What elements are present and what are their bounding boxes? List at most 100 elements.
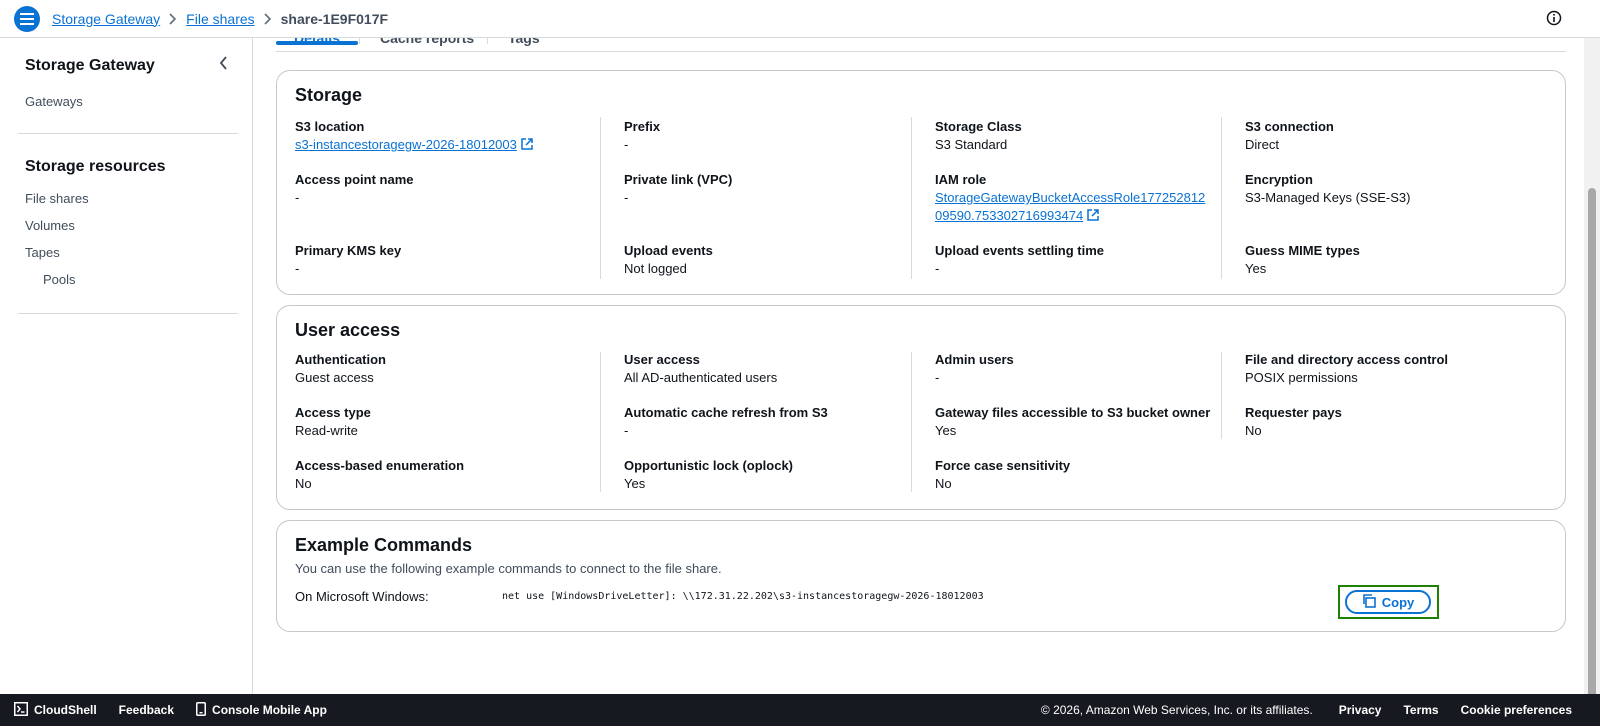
field-value: - bbox=[624, 423, 629, 438]
user-access-panel: User access Authentication Guest access … bbox=[276, 305, 1566, 510]
console-mobile-app-button[interactable]: Console Mobile App bbox=[196, 701, 327, 719]
field-value: POSIX permissions bbox=[1245, 370, 1358, 385]
field-private-link: Private link (VPC) - bbox=[624, 171, 924, 207]
sidebar-item-gateways[interactable]: Gateways bbox=[25, 94, 83, 109]
field-iam-role: IAM role StorageGatewayBucketAccessRole1… bbox=[935, 171, 1235, 226]
field-value: S3 Standard bbox=[935, 137, 1008, 152]
page-scrollbar[interactable] bbox=[1584, 38, 1600, 708]
sidebar-item-tapes[interactable]: Tapes bbox=[25, 245, 60, 260]
breadcrumb-current-share: share-1E9F017F bbox=[280, 10, 389, 27]
main-content: Details Cache reports Tags Storage S3 lo… bbox=[254, 38, 1584, 694]
iam-role-link[interactable]: StorageGatewayBucketAccessRole177252812 … bbox=[935, 189, 1235, 226]
s3-location-value[interactable]: s3-instancestoragegw-2026-18012003 bbox=[295, 137, 517, 152]
field-file-directory-access-control: File and directory access control POSIX … bbox=[1245, 351, 1545, 387]
field-automatic-cache-refresh: Automatic cache refresh from S3 - bbox=[624, 404, 924, 440]
console-footer: CloudShell Feedback Console Mobile App ©… bbox=[0, 694, 1600, 726]
tab-divider bbox=[359, 38, 360, 44]
field-label: Storage Class bbox=[935, 119, 1022, 134]
tab-tags[interactable]: Tags bbox=[508, 38, 540, 46]
breadcrumb-file-shares[interactable]: File shares bbox=[186, 11, 254, 27]
feedback-button[interactable]: Feedback bbox=[119, 703, 174, 717]
field-label: Access type bbox=[295, 405, 371, 420]
tab-divider bbox=[487, 38, 488, 44]
field-value: Read-write bbox=[295, 423, 358, 438]
field-upload-events: Upload events Not logged bbox=[624, 242, 924, 278]
field-requester-pays: Requester pays No bbox=[1245, 404, 1545, 440]
terms-link[interactable]: Terms bbox=[1403, 703, 1438, 717]
sidebar-item-file-shares[interactable]: File shares bbox=[25, 191, 89, 206]
storage-panel: Storage S3 location s3-instancestoragegw… bbox=[276, 70, 1566, 295]
field-value: - bbox=[295, 261, 300, 276]
chevron-left-icon[interactable] bbox=[219, 56, 229, 73]
column-divider bbox=[600, 117, 601, 279]
field-value: - bbox=[624, 137, 629, 152]
field-storage-class: Storage Class S3 Standard bbox=[935, 118, 1235, 154]
column-divider bbox=[600, 352, 601, 492]
sidebar-item-volumes[interactable]: Volumes bbox=[25, 218, 75, 233]
iam-role-value-line1[interactable]: StorageGatewayBucketAccessRole177252812 bbox=[935, 189, 1235, 207]
copy-button-highlight: Copy bbox=[1338, 585, 1439, 619]
field-label: Admin users bbox=[935, 352, 1014, 367]
field-guess-mime-types: Guess MIME types Yes bbox=[1245, 242, 1545, 278]
field-label: Access-based enumeration bbox=[295, 458, 465, 473]
field-label: Primary KMS key bbox=[295, 243, 402, 258]
feedback-label: Feedback bbox=[118, 703, 175, 717]
sidebar-item-pools[interactable]: Pools bbox=[43, 272, 76, 287]
field-value: Direct bbox=[1245, 137, 1279, 152]
copy-button[interactable]: Copy bbox=[1345, 590, 1431, 614]
cloudshell-label: CloudShell bbox=[34, 703, 97, 717]
user-access-panel-title: User access bbox=[295, 320, 401, 340]
sidebar-section-storage-resources: Storage resources bbox=[25, 158, 166, 175]
field-value: - bbox=[935, 261, 940, 276]
external-link-icon bbox=[521, 137, 533, 155]
field-opportunistic-lock: Opportunistic lock (oplock) Yes bbox=[624, 457, 924, 493]
field-label: Requester pays bbox=[1245, 405, 1342, 420]
field-upload-events-settling-time: Upload events settling time - bbox=[935, 242, 1235, 278]
copyright-text: © 2026, Amazon Web Services, Inc. or its… bbox=[1040, 703, 1313, 717]
sidebar-title: Storage Gateway bbox=[25, 57, 155, 74]
field-label: S3 location bbox=[295, 119, 365, 134]
terminal-icon bbox=[14, 701, 28, 719]
field-label: Gateway files accessible to S3 bucket ow… bbox=[935, 405, 1211, 420]
field-gateway-files-accessible: Gateway files accessible to S3 bucket ow… bbox=[935, 404, 1235, 440]
field-value: All AD-authenticated users bbox=[624, 370, 778, 385]
console-mobile-app-label: Console Mobile App bbox=[212, 703, 327, 717]
top-navigation-bar: Storage Gateway File shares share-1E9F01… bbox=[0, 0, 1600, 38]
field-label: Private link (VPC) bbox=[624, 172, 733, 187]
chevron-right-icon bbox=[169, 12, 177, 25]
info-icon[interactable] bbox=[1546, 10, 1562, 29]
sidebar-divider bbox=[18, 133, 238, 134]
external-link-icon bbox=[1087, 208, 1099, 226]
field-label: Automatic cache refresh from S3 bbox=[624, 405, 828, 420]
windows-command-label: On Microsoft Windows: bbox=[295, 589, 429, 604]
tab-active-indicator bbox=[276, 41, 358, 45]
privacy-link[interactable]: Privacy bbox=[1339, 703, 1382, 717]
cookie-preferences-link[interactable]: Cookie preferences bbox=[1461, 703, 1572, 717]
scrollbar-thumb[interactable] bbox=[1588, 188, 1596, 708]
field-access-point-name: Access point name - bbox=[295, 171, 595, 207]
s3-location-link[interactable]: s3-instancestoragegw-2026-18012003 bbox=[295, 136, 595, 155]
copy-button-label: Copy bbox=[1381, 594, 1415, 610]
tab-cache-reports[interactable]: Cache reports bbox=[380, 38, 474, 46]
field-label: Access point name bbox=[295, 172, 414, 187]
breadcrumb-storage-gateway[interactable]: Storage Gateway bbox=[52, 11, 160, 27]
storage-panel-title: Storage bbox=[295, 85, 363, 105]
field-label: Guess MIME types bbox=[1245, 243, 1360, 258]
cloudshell-button[interactable]: CloudShell bbox=[14, 701, 97, 719]
menu-icon[interactable] bbox=[14, 5, 40, 32]
field-admin-users: Admin users - bbox=[935, 351, 1235, 387]
field-label: Encryption bbox=[1245, 172, 1313, 187]
field-encryption: Encryption S3-Managed Keys (SSE-S3) bbox=[1245, 171, 1545, 207]
field-access-based-enumeration: Access-based enumeration No bbox=[295, 457, 595, 493]
field-value: No bbox=[1245, 423, 1262, 438]
field-value: Yes bbox=[1245, 261, 1267, 276]
iam-role-value-line2[interactable]: 09590.753302716993474 bbox=[935, 208, 1083, 223]
field-value: No bbox=[935, 476, 952, 491]
field-label: User access bbox=[624, 352, 700, 367]
windows-command-text: net use [WindowsDriveLetter]: \\172.31.2… bbox=[502, 591, 984, 602]
field-value: - bbox=[624, 190, 629, 205]
sidebar-divider bbox=[18, 313, 238, 314]
field-value: Yes bbox=[624, 476, 646, 491]
field-value: - bbox=[295, 190, 300, 205]
field-label: Prefix bbox=[624, 119, 661, 134]
